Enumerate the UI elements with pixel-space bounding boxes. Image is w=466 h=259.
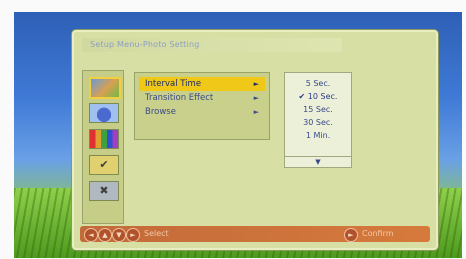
option-1-min[interactable]: 1 Min. xyxy=(285,129,351,142)
video-icon[interactable] xyxy=(89,129,119,149)
menu-item-transition-effect[interactable]: Transition Effect ► xyxy=(139,91,265,105)
confirm-icon: ► xyxy=(344,228,358,242)
chevron-right-icon: ► xyxy=(253,80,259,88)
category-icons: ✔ ✖ xyxy=(82,70,124,224)
menu-item-label: Interval Time xyxy=(145,79,202,89)
menu-item-interval-time[interactable]: Interval Time ► xyxy=(139,77,265,91)
up-arrow-icon: ▲ xyxy=(98,228,112,242)
settings-menu: Interval Time ► Transition Effect ► Brow… xyxy=(134,72,270,140)
option-10-sec[interactable]: ✔ 10 Sec. xyxy=(285,90,351,103)
menu-item-browse[interactable]: Browse ► xyxy=(139,105,265,119)
photo-icon[interactable] xyxy=(89,77,121,99)
setup-panel: Setup Menu-Photo Setting ✔ ✖ Interval Ti… xyxy=(72,30,438,250)
tools-icon[interactable]: ✔ xyxy=(89,155,119,175)
music-icon[interactable] xyxy=(89,103,119,123)
right-arrow-icon: ► xyxy=(126,228,140,242)
option-5-sec[interactable]: 5 Sec. xyxy=(285,77,351,90)
scroll-down-icon[interactable]: ▼ xyxy=(285,156,351,167)
option-15-sec[interactable]: 15 Sec. xyxy=(285,103,351,116)
tv-screen: Setup Menu-Photo Setting ✔ ✖ Interval Ti… xyxy=(14,12,462,258)
interval-options-list: 5 Sec. ✔ 10 Sec. 15 Sec. 30 Sec. 1 Min. … xyxy=(284,72,352,168)
confirm-hint: Confirm xyxy=(362,229,394,238)
menu-item-label: Transition Effect xyxy=(145,93,214,103)
window-title: Setup Menu-Photo Setting xyxy=(90,40,200,49)
select-hint: Select xyxy=(144,229,169,238)
chevron-right-icon: ► xyxy=(253,94,259,102)
exit-icon[interactable]: ✖ xyxy=(89,181,119,201)
frame: Setup Menu-Photo Setting ✔ ✖ Interval Ti… xyxy=(0,0,466,259)
option-30-sec[interactable]: 30 Sec. xyxy=(285,116,351,129)
footer-bar: ◄ ▲ ▼ ► Select ► Confirm xyxy=(80,226,430,242)
menu-item-label: Browse xyxy=(145,107,176,117)
down-arrow-icon: ▼ xyxy=(112,228,126,242)
left-arrow-icon: ◄ xyxy=(84,228,98,242)
chevron-right-icon: ► xyxy=(253,108,259,116)
